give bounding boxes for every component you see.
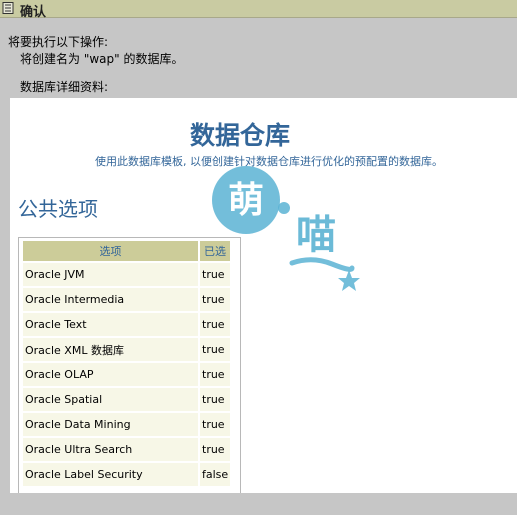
option-name: Oracle XML 数据库 [23, 338, 198, 361]
intro-line: 将创建名为 "wap" 的数据库。 [20, 52, 184, 66]
watermark-logo: 萌 喵 [212, 166, 360, 291]
watermark-char: 喵 [296, 212, 336, 258]
table-row: Oracle Intermedia true [23, 288, 230, 311]
option-name: Oracle JVM [23, 263, 198, 286]
option-name: Oracle Intermedia [23, 288, 198, 311]
detail-label: 数据库详细资料: [20, 80, 109, 94]
option-selected: true [200, 388, 230, 411]
section-title: 公共选项 [18, 197, 98, 221]
table-row: Oracle JVM true [23, 263, 230, 286]
document-title: 数据仓库 [189, 121, 290, 150]
table-row: Oracle Spatial true [23, 388, 230, 411]
bottom-strip [10, 493, 517, 515]
table-row: Oracle Label Security false [23, 463, 230, 486]
options-table-container: 选项 已选 Oracle JVM true Oracle Intermedia … [18, 237, 241, 493]
title-bar: 确认 [0, 0, 517, 20]
window-title: 确认 [20, 5, 47, 20]
option-selected: true [200, 413, 230, 436]
options-table: 选项 已选 Oracle JVM true Oracle Intermedia … [21, 239, 232, 488]
option-name: Oracle Ultra Search [23, 438, 198, 461]
option-selected: true [200, 313, 230, 336]
option-name: Oracle Spatial [23, 388, 198, 411]
option-name: Oracle OLAP [23, 363, 198, 386]
column-header-option: 选项 [23, 241, 198, 261]
option-name: Oracle Text [23, 313, 198, 336]
intro-line: 将要执行以下操作: [8, 35, 109, 49]
details-panel[interactable]: 数据仓库 使用此数据库模板, 以便创建针对数据仓库进行优化的预配置的数据库。 公… [10, 98, 517, 493]
option-selected: false [200, 463, 230, 486]
star-icon [338, 270, 360, 291]
option-selected: true [200, 438, 230, 461]
table-row: Oracle Text true [23, 313, 230, 336]
option-name: Oracle Label Security [23, 463, 198, 486]
intro-text: 将要执行以下操作: 将创建名为 "wap" 的数据库。 [8, 34, 183, 68]
option-name: Oracle Data Mining [23, 413, 198, 436]
option-selected: true [200, 338, 230, 361]
watermark-char: 萌 [228, 180, 264, 221]
table-row: Oracle Data Mining true [23, 413, 230, 436]
table-header-row: 选项 已选 [23, 241, 230, 261]
table-row: Oracle Ultra Search true [23, 438, 230, 461]
table-row: Oracle XML 数据库 true [23, 338, 230, 361]
form-icon [2, 2, 14, 14]
option-selected: true [200, 363, 230, 386]
table-row: Oracle OLAP true [23, 363, 230, 386]
